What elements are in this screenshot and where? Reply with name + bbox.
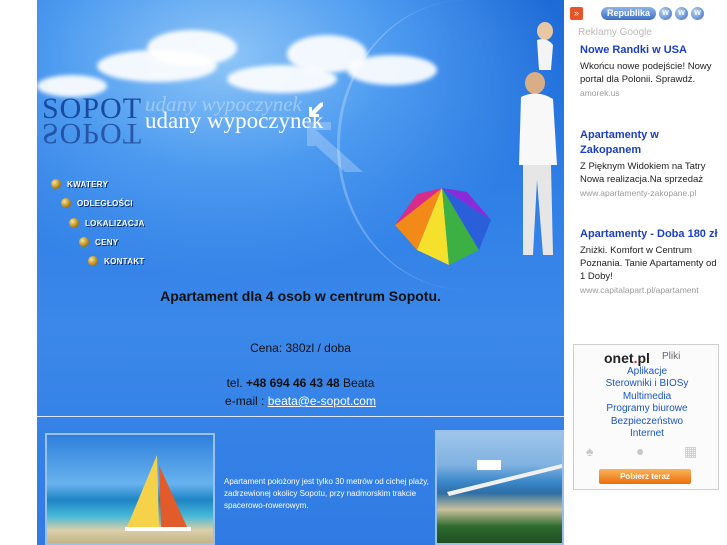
onet-logo-right: pl <box>637 350 650 366</box>
menu-item-ceny[interactable]: CENY <box>79 237 118 247</box>
menu-item-odleglosci[interactable]: ODLEGŁOŚCI <box>61 198 133 208</box>
logo-subtitle: udany wypoczynek <box>145 108 324 133</box>
download-button[interactable]: Pobierz teraz <box>599 469 691 484</box>
onet-link-internet[interactable]: Internet <box>574 428 720 439</box>
ad-url[interactable]: www.capitalapart.pl/apartament <box>580 284 720 296</box>
bullet-icon <box>51 179 61 189</box>
divider <box>37 416 564 417</box>
menu-item-kwatery[interactable]: KWATERY <box>51 179 108 189</box>
logo-sopot-reflection: SOPOT <box>42 117 143 150</box>
phone-line: tel. +48 694 46 43 48 Beata <box>37 376 564 390</box>
menu-label: KONTAKT <box>104 256 145 266</box>
arrow-down-left-icon <box>309 102 323 117</box>
pier-photo[interactable] <box>435 430 564 545</box>
windows-icon: ▦ <box>684 443 698 459</box>
www-button[interactable]: W <box>659 7 673 20</box>
family-photo <box>519 22 557 255</box>
phone-number: +48 694 46 43 48 <box>245 376 340 390</box>
menu-item-kontakt[interactable]: KONTAKT <box>88 256 145 266</box>
sidebar: » Republika W W W Reklamy Google Nowe Ra… <box>564 0 727 545</box>
onet-widget: onet.pl Pliki Aplikacje Sterowniki i BIO… <box>573 344 719 490</box>
description-text: Apartament położony jest tylko 30 metrów… <box>224 477 429 510</box>
email-link[interactable]: beata@e-sopot.com <box>268 394 376 408</box>
email-line: e-mail : beata@e-sopot.com <box>37 394 564 408</box>
menu-label: KWATERY <box>67 179 109 189</box>
bullet-icon <box>69 218 79 228</box>
www-button[interactable]: W <box>675 7 689 20</box>
ad-body: Zniżki. Komfort w Centrum Poznania. Tani… <box>580 245 717 282</box>
page-headline: Apartament dla 4 osob w centrum Sopotu. <box>160 288 441 304</box>
ad-item[interactable]: Apartamenty w Zakopanem Z Pięknym Widoki… <box>580 128 720 199</box>
catamaran-sail-icon <box>125 455 191 531</box>
ad-url[interactable]: amorek.us <box>580 87 720 99</box>
bullet-icon <box>88 256 98 266</box>
linux-icon: ♠ <box>586 443 594 459</box>
www-button[interactable]: W <box>691 7 705 20</box>
umbrella-icon <box>395 188 491 265</box>
pier-icon <box>447 460 562 496</box>
onet-link-programy[interactable]: Programy biurowe <box>574 403 720 414</box>
onet-logo-left: onet <box>604 350 634 366</box>
beach-photo[interactable] <box>45 433 215 545</box>
faded-arrow-icon <box>307 122 363 172</box>
apple-icon: ● <box>636 443 645 459</box>
phone-name: Beata <box>339 376 375 390</box>
ad-title[interactable]: Apartamenty - Doba 180 zł <box>580 227 720 242</box>
phone-prefix: tel. <box>226 376 246 390</box>
email-prefix: e-mail : <box>225 394 268 408</box>
ad-title[interactable]: Apartamenty w Zakopanem <box>580 128 720 158</box>
ad-url[interactable]: www.apartamenty-zakopane.pl <box>580 187 720 199</box>
bullet-icon <box>61 198 71 208</box>
ad-body: Wkońcu nowe podejście! Nowy portal dla P… <box>580 61 712 85</box>
main-page: udany wypoczynek SOPOT SOPOT udany wypoc… <box>0 0 564 545</box>
bullet-icon <box>79 237 89 247</box>
ad-body: Z Pięknym Widokiem na Tatry Nowa realiza… <box>580 161 706 185</box>
onet-link-aplikacje[interactable]: Aplikacje <box>574 366 720 377</box>
onet-logo[interactable]: onet.pl <box>604 350 650 366</box>
onet-pliki-label: Pliki <box>662 351 681 362</box>
menu-label: LOKALIZACJA <box>85 218 145 228</box>
ad-item[interactable]: Nowe Randki w USA Wkońcu nowe podejście!… <box>580 43 720 99</box>
price-text: Cena: 380zl / doba <box>250 341 351 355</box>
onet-link-sterowniki[interactable]: Sterowniki i BIOSy <box>574 378 720 389</box>
onet-link-multimedia[interactable]: Multimedia <box>574 391 720 402</box>
menu-label: ODLEGŁOŚCI <box>77 198 133 208</box>
onet-link-bezpieczenstwo[interactable]: Bezpieczeństwo <box>574 416 720 427</box>
close-icon[interactable]: » <box>570 7 583 20</box>
menu-label: CENY <box>95 237 119 247</box>
republika-button[interactable]: Republika <box>601 7 657 20</box>
ad-item[interactable]: Apartamenty - Doba 180 zł Zniżki. Komfor… <box>580 227 720 296</box>
ads-header: Reklamy Google <box>578 27 652 38</box>
cloud <box>147 30 237 66</box>
menu-item-lokalizacja[interactable]: LOKALIZACJA <box>69 218 145 228</box>
ad-title[interactable]: Nowe Randki w USA <box>580 43 720 58</box>
content-panel: udany wypoczynek SOPOT SOPOT udany wypoc… <box>37 0 564 545</box>
toolbar: » Republika W W W <box>570 7 705 20</box>
